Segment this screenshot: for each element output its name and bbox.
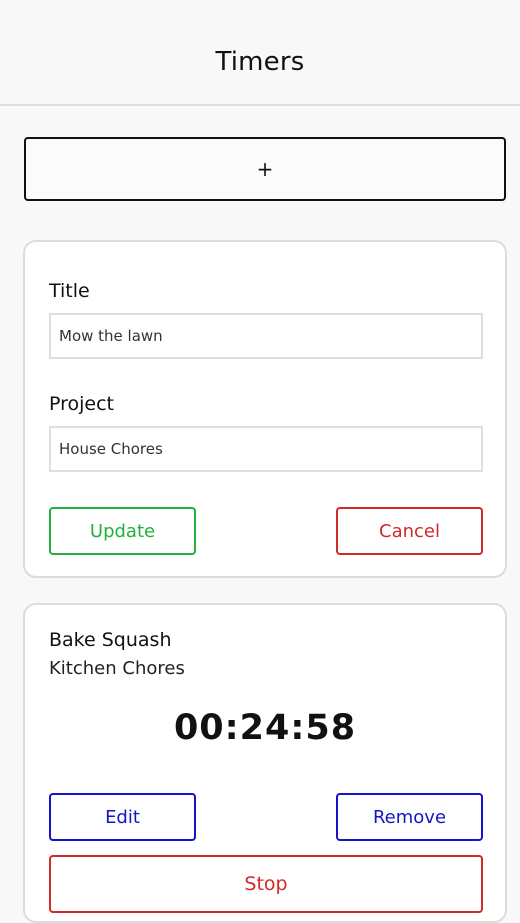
remove-button[interactable]: Remove [336,793,483,841]
add-timer-button[interactable]: + [24,137,506,201]
stop-button[interactable]: Stop [49,855,483,913]
page-title: Timers [215,47,305,77]
project-label: Project [49,393,115,415]
update-button[interactable]: Update [49,507,196,555]
timer-title: Bake Squash [49,629,172,651]
cancel-button[interactable]: Cancel [336,507,483,555]
edit-button[interactable]: Edit [49,793,196,841]
title-input[interactable] [49,313,483,359]
elapsed-time: 00:24:58 [173,708,357,748]
timer-card: Bake Squash Kitchen Chores 00:24:58 Edit… [23,603,507,923]
project-input[interactable] [49,426,483,472]
timer-edit-form: Title Project Update Cancel [23,240,507,578]
app-header: Timers [0,0,520,106]
timer-project: Kitchen Chores [49,658,185,679]
title-label: Title [49,280,90,302]
